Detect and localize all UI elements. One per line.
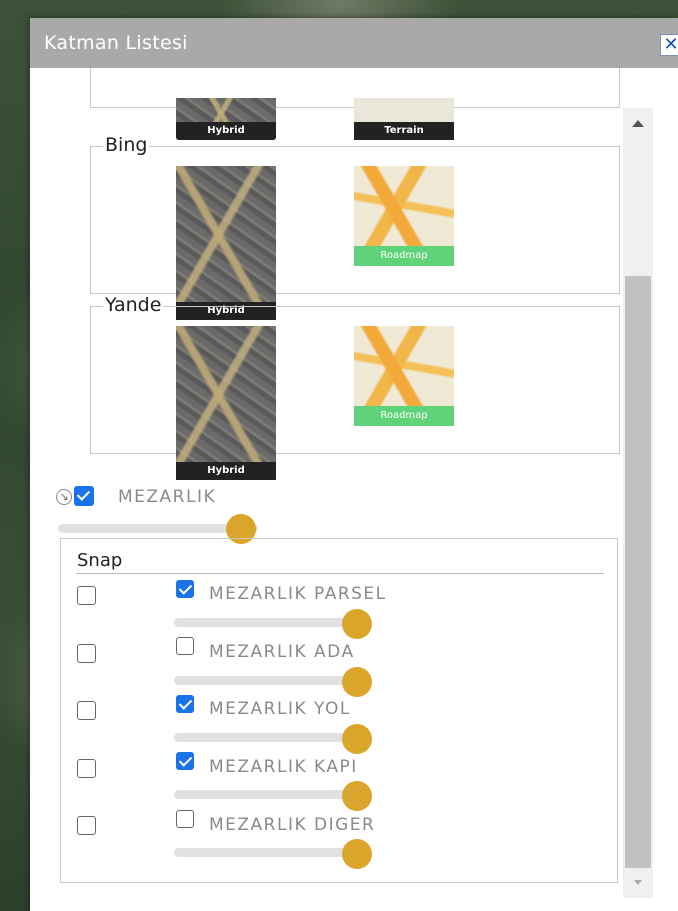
bing-legend: Bing bbox=[103, 134, 150, 156]
layer-name-parsel: MEZARLIK PARSEL bbox=[209, 584, 387, 604]
snap-header-divider bbox=[76, 573, 604, 574]
layer-list-scroll-area[interactable]: Hybrid Terrain Bing Hybrid Roadmap Yande… bbox=[30, 68, 678, 911]
visible-checkbox-yol[interactable] bbox=[176, 695, 194, 713]
layer-name-diger: MEZARLIK DIGER bbox=[209, 815, 376, 835]
layer-list-dialog: Katman Listesi ✕ Hybrid Terrain Bing Hyb… bbox=[30, 18, 678, 911]
opacity-knob-diger[interactable] bbox=[342, 839, 372, 869]
mezarlik-group-checkbox[interactable] bbox=[74, 486, 94, 506]
opacity-track-diger[interactable] bbox=[174, 848, 354, 857]
visible-checkbox-kapi[interactable] bbox=[176, 752, 194, 770]
thumbnail-label: Hybrid bbox=[176, 462, 276, 480]
dialog-titlebar[interactable]: Katman Listesi ✕ bbox=[30, 18, 678, 68]
thumbnail-label: Terrain bbox=[354, 122, 454, 140]
opacity-track-ada[interactable] bbox=[174, 676, 354, 685]
thumbnail-label: Hybrid bbox=[176, 122, 276, 140]
snap-checkbox-parsel[interactable] bbox=[77, 586, 96, 605]
opacity-track-parsel[interactable] bbox=[174, 618, 354, 627]
opacity-knob-ada[interactable] bbox=[342, 667, 372, 697]
google-hybrid-thumbnail[interactable]: Hybrid bbox=[176, 98, 276, 140]
close-button[interactable]: ✕ bbox=[660, 34, 678, 56]
snap-checkbox-kapi[interactable] bbox=[77, 759, 96, 778]
opacity-track-kapi[interactable] bbox=[174, 790, 354, 799]
bing-hybrid-thumbnail[interactable]: Hybrid bbox=[176, 166, 276, 320]
visible-checkbox-diger[interactable] bbox=[176, 810, 194, 828]
dialog-title: Katman Listesi bbox=[44, 32, 188, 54]
close-icon: ✕ bbox=[663, 34, 678, 55]
opacity-knob-kapi[interactable] bbox=[342, 781, 372, 811]
expand-arrow-icon[interactable]: ↘ bbox=[56, 489, 72, 505]
snap-title: Snap bbox=[77, 550, 123, 571]
google-terrain-thumbnail[interactable]: Terrain bbox=[354, 98, 454, 140]
bing-roadmap-thumbnail[interactable]: Roadmap bbox=[354, 166, 454, 266]
opacity-knob-yol[interactable] bbox=[342, 724, 372, 754]
opacity-track-yol[interactable] bbox=[174, 733, 354, 742]
thumbnail-label: Roadmap bbox=[354, 406, 454, 426]
layer-group-name: MEZARLIK bbox=[118, 487, 217, 507]
scrollbar-thumb[interactable] bbox=[625, 276, 651, 868]
opacity-knob-parsel[interactable] bbox=[342, 609, 372, 639]
scroll-up-icon[interactable] bbox=[623, 108, 653, 136]
yandex-roadmap-thumbnail[interactable]: Roadmap bbox=[354, 326, 454, 426]
yandex-hybrid-thumbnail[interactable]: Hybrid bbox=[176, 326, 276, 480]
visible-checkbox-parsel[interactable] bbox=[176, 580, 194, 598]
layer-name-yol: MEZARLIK YOL bbox=[209, 699, 351, 719]
thumbnail-label: Roadmap bbox=[354, 246, 454, 266]
layer-name-kapi: MEZARLIK KAPI bbox=[209, 757, 358, 777]
snap-checkbox-ada[interactable] bbox=[77, 644, 96, 663]
scroll-down-icon[interactable] bbox=[623, 870, 653, 898]
visible-checkbox-ada[interactable] bbox=[176, 637, 194, 655]
yandex-legend: Yande bbox=[103, 294, 164, 316]
snap-checkbox-diger[interactable] bbox=[77, 816, 96, 835]
snap-checkbox-yol[interactable] bbox=[77, 701, 96, 720]
layer-name-ada: MEZARLIK ADA bbox=[209, 642, 355, 662]
vertical-scrollbar[interactable] bbox=[623, 108, 653, 898]
